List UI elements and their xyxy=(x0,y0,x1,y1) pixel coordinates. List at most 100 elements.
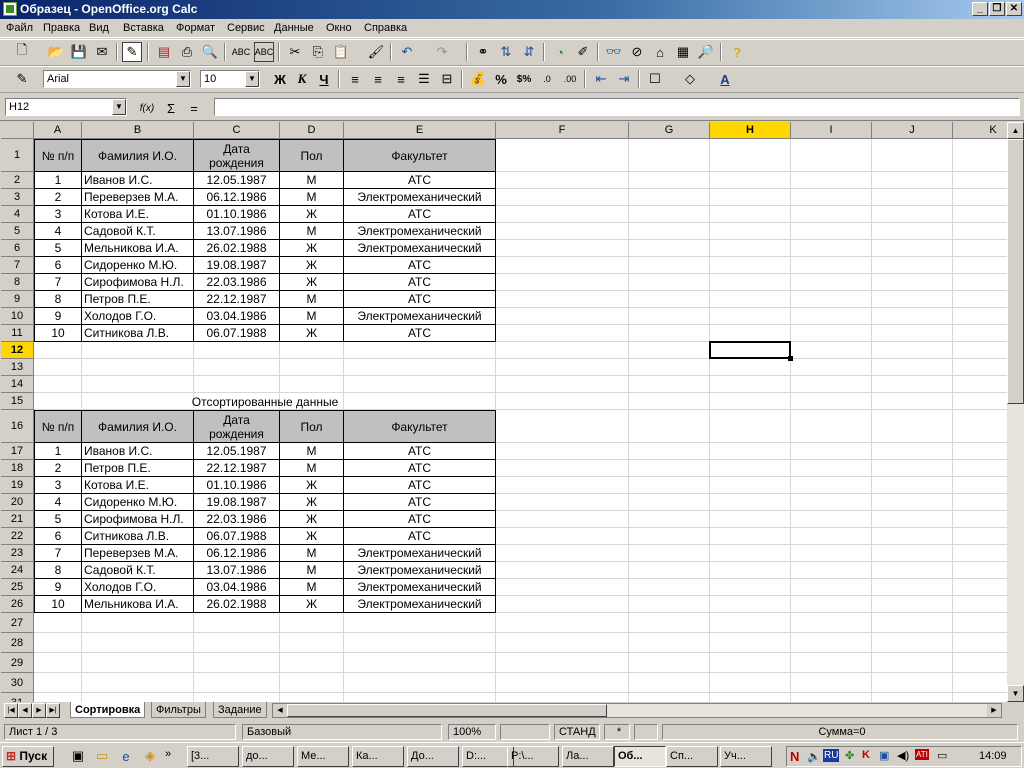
grid-cell[interactable] xyxy=(953,528,1007,545)
grid-cell[interactable] xyxy=(953,511,1007,528)
grid-cell[interactable] xyxy=(872,393,953,410)
table-cell[interactable]: Холодов Г.О. xyxy=(82,308,194,325)
table-cell[interactable]: 06.12.1986 xyxy=(194,545,280,562)
grid-cell[interactable] xyxy=(953,579,1007,596)
grid-cell[interactable] xyxy=(629,359,710,376)
grid-cell[interactable] xyxy=(629,393,710,410)
grid-cell[interactable] xyxy=(791,240,872,257)
grid-cell[interactable] xyxy=(34,613,82,633)
grid-cell[interactable] xyxy=(872,257,953,274)
grid-cell[interactable] xyxy=(710,376,791,393)
format-paintbrush-icon[interactable]: 🖌 xyxy=(366,42,386,62)
table-cell[interactable]: 22.12.1987 xyxy=(194,460,280,477)
column-header[interactable]: D xyxy=(280,122,344,139)
grid-cell[interactable] xyxy=(953,410,1007,443)
table-cell[interactable]: М xyxy=(280,545,344,562)
find-icon[interactable]: 👓 xyxy=(604,42,624,62)
grid-cell[interactable] xyxy=(791,673,872,693)
grid-cell[interactable] xyxy=(34,633,82,653)
table-cell[interactable]: 26.02.1988 xyxy=(194,596,280,613)
grid-cell[interactable] xyxy=(710,562,791,579)
grid-cell[interactable] xyxy=(791,393,872,410)
save-icon[interactable]: 💾 xyxy=(69,42,89,62)
grid-cell[interactable] xyxy=(710,308,791,325)
table-cell[interactable]: Иванов И.С. xyxy=(82,443,194,460)
table-cell[interactable]: Иванов И.С. xyxy=(82,172,194,189)
grid-cell[interactable] xyxy=(34,342,82,359)
grid-cell[interactable] xyxy=(280,633,344,653)
copy-icon[interactable]: ⎘ xyxy=(308,42,328,62)
grid-cell[interactable] xyxy=(872,633,953,653)
table-cell[interactable]: Электромеханический xyxy=(344,596,496,613)
table-cell[interactable]: М xyxy=(280,172,344,189)
table-cell[interactable]: 26.02.1988 xyxy=(194,240,280,257)
grid-cell[interactable] xyxy=(791,579,872,596)
menu-edit[interactable]: Правка xyxy=(43,22,80,34)
grid-cell[interactable] xyxy=(791,291,872,308)
grid-cell[interactable] xyxy=(710,443,791,460)
edit-mode-icon[interactable]: ✎ xyxy=(122,42,142,62)
font-color-icon[interactable]: A xyxy=(715,69,735,89)
grid-cell[interactable] xyxy=(496,189,629,206)
italic-button[interactable]: К xyxy=(292,69,312,89)
quicklaunch-desktop-icon[interactable]: ▣ xyxy=(68,746,88,766)
menu-file[interactable]: Файл xyxy=(6,22,33,34)
table-cell[interactable]: 3 xyxy=(34,206,82,223)
grid-cell[interactable] xyxy=(82,653,194,673)
grid-cell[interactable] xyxy=(496,359,629,376)
borders-icon[interactable]: ☐ xyxy=(645,69,665,89)
grid-cell[interactable] xyxy=(629,376,710,393)
grid-cell[interactable] xyxy=(872,477,953,494)
tab-filters[interactable]: Фильтры xyxy=(151,702,206,718)
grid-cell[interactable] xyxy=(280,673,344,693)
grid-cell[interactable] xyxy=(872,460,953,477)
grid-cell[interactable] xyxy=(953,653,1007,673)
row-header[interactable]: 30 xyxy=(1,673,34,693)
taskbar-item[interactable]: Ме... xyxy=(297,746,349,767)
justify-icon[interactable]: ☰ xyxy=(414,69,434,89)
grid-cell[interactable] xyxy=(953,206,1007,223)
grid-cell[interactable] xyxy=(953,477,1007,494)
table-cell[interactable]: Электромеханический xyxy=(344,240,496,257)
table-cell[interactable]: Ситникова Л.В. xyxy=(82,325,194,342)
grid-cell[interactable] xyxy=(82,613,194,633)
grid-cell[interactable] xyxy=(34,673,82,693)
paste-icon[interactable]: 📋 xyxy=(331,42,351,62)
grid-cell[interactable] xyxy=(496,477,629,494)
grid-cell[interactable] xyxy=(710,206,791,223)
styles-icon[interactable]: ✎ xyxy=(12,69,32,89)
grid-cell[interactable] xyxy=(82,342,194,359)
status-zoom[interactable]: 100% xyxy=(448,724,496,740)
grid-cell[interactable] xyxy=(344,376,496,393)
table-header-cell[interactable]: Пол xyxy=(280,139,344,172)
table-cell[interactable]: АТС xyxy=(344,460,496,477)
table-cell[interactable]: 03.04.1986 xyxy=(194,308,280,325)
table-header-cell[interactable]: Факультет xyxy=(344,410,496,443)
grid-cell[interactable] xyxy=(791,257,872,274)
table-cell[interactable]: 4 xyxy=(34,494,82,511)
grid-cell[interactable] xyxy=(953,460,1007,477)
table-cell[interactable]: Садовой К.Т. xyxy=(82,562,194,579)
help-icon[interactable]: ? xyxy=(727,42,747,62)
pdf-export-icon[interactable]: ▤ xyxy=(154,42,174,62)
table-header-cell[interactable]: № п/п xyxy=(34,410,82,443)
maximize-button[interactable]: ❐ xyxy=(989,2,1005,16)
merge-cells-icon[interactable]: ⊟ xyxy=(437,69,457,89)
grid-cell[interactable] xyxy=(872,206,953,223)
grid-cell[interactable] xyxy=(629,545,710,562)
tray-n-icon[interactable]: N xyxy=(790,749,799,764)
row-header[interactable]: 4 xyxy=(1,206,34,223)
fill-handle[interactable] xyxy=(788,356,793,361)
grid-cell[interactable] xyxy=(496,342,629,359)
table-cell[interactable]: Ж xyxy=(280,477,344,494)
grid-cell[interactable] xyxy=(872,579,953,596)
row-header[interactable]: 1 xyxy=(1,139,34,172)
grid-cell[interactable] xyxy=(791,596,872,613)
grid-cell[interactable] xyxy=(872,223,953,240)
table-header-cell[interactable]: Пол xyxy=(280,410,344,443)
table-header-cell[interactable]: Фамилия И.О. xyxy=(82,410,194,443)
row-header[interactable]: 7 xyxy=(1,257,34,274)
redo-icon[interactable]: ↷ xyxy=(432,42,452,62)
grid-cell[interactable] xyxy=(872,359,953,376)
table-cell[interactable]: М xyxy=(280,443,344,460)
